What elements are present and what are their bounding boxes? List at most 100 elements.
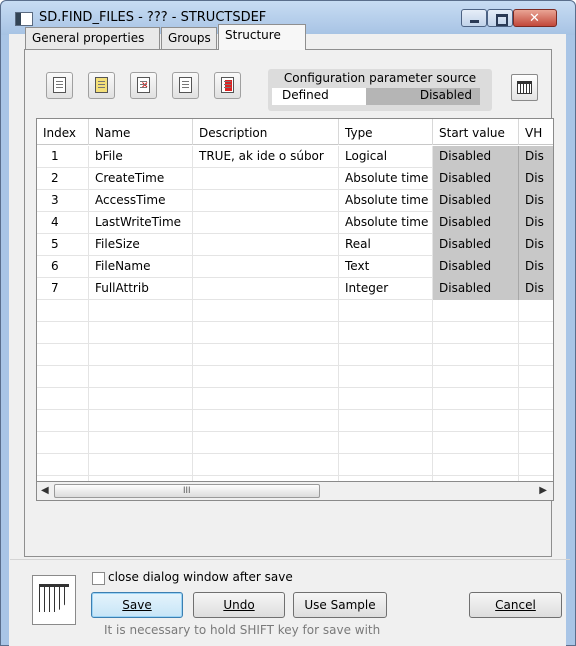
cell-index[interactable]: 3 <box>37 190 89 212</box>
cell-description[interactable] <box>193 168 339 190</box>
table-row[interactable]: 3 AccessTime Absolute time Disabled Dis <box>37 190 553 212</box>
cell-name[interactable]: LastWriteTime <box>89 212 193 234</box>
column-header-description[interactable]: Description <box>193 119 339 145</box>
empty-cell <box>433 410 519 432</box>
cell-start-value[interactable]: Disabled <box>433 212 519 234</box>
use-sample-button[interactable]: Use Sample <box>293 592 387 618</box>
cell-type[interactable]: Real <box>339 234 433 256</box>
cell-index[interactable]: 4 <box>37 212 89 234</box>
column-header-vh[interactable]: VH <box>519 119 553 145</box>
new-item-button[interactable] <box>46 72 73 99</box>
empty-table-row <box>37 300 553 322</box>
cell-type[interactable]: Logical <box>339 146 433 168</box>
cell-type[interactable]: Absolute time <box>339 190 433 212</box>
empty-cell <box>339 322 433 344</box>
cell-description[interactable] <box>193 256 339 278</box>
cell-start-value[interactable]: Disabled <box>433 168 519 190</box>
empty-cell <box>37 366 89 388</box>
cell-index[interactable]: 5 <box>37 234 89 256</box>
cell-type[interactable]: Integer <box>339 278 433 300</box>
minimize-button[interactable] <box>461 9 487 27</box>
cell-description[interactable] <box>193 234 339 256</box>
cell-description[interactable] <box>193 190 339 212</box>
column-header-name[interactable]: Name <box>89 119 193 145</box>
cell-description[interactable]: TRUE, ak ide o súbor <box>193 146 339 168</box>
maximize-button[interactable] <box>487 9 513 27</box>
cell-name[interactable]: FileName <box>89 256 193 278</box>
column-header-start-value[interactable]: Start value <box>433 119 519 145</box>
insert-item-button[interactable] <box>88 72 115 99</box>
scroll-thumb[interactable]: III <box>54 484 320 498</box>
cell-vh[interactable]: Dis <box>519 212 553 234</box>
tab-groups[interactable]: Groups <box>161 27 217 49</box>
table-row[interactable]: 4 LastWriteTime Absolute time Disabled Dis <box>37 212 553 234</box>
cell-type[interactable]: Absolute time <box>339 168 433 190</box>
cell-start-value[interactable]: Disabled <box>433 190 519 212</box>
calendar-icon <box>517 81 532 94</box>
cancel-button[interactable]: Cancel <box>469 592 562 618</box>
table-row[interactable]: 6 FileName Text Disabled Dis <box>37 256 553 278</box>
cell-vh[interactable]: Dis <box>519 234 553 256</box>
cell-description[interactable] <box>193 278 339 300</box>
empty-cell <box>339 410 433 432</box>
cell-name[interactable]: AccessTime <box>89 190 193 212</box>
cell-vh[interactable]: Dis <box>519 168 553 190</box>
cell-index[interactable]: 7 <box>37 278 89 300</box>
cell-vh[interactable]: Dis <box>519 278 553 300</box>
delete-item-button[interactable] <box>130 72 157 99</box>
save-button[interactable]: Save <box>91 592 183 618</box>
cell-description[interactable] <box>193 212 339 234</box>
cell-start-value[interactable]: Disabled <box>433 234 519 256</box>
column-header-type[interactable]: Type <box>339 119 433 145</box>
close-after-save-checkbox[interactable] <box>92 572 105 585</box>
cell-name[interactable]: CreateTime <box>89 168 193 190</box>
table-row[interactable]: 5 FileSize Real Disabled Dis <box>37 234 553 256</box>
config-source-label: Configuration parameter source <box>283 71 477 85</box>
config-defined-option[interactable]: Defined <box>272 88 366 105</box>
cell-name[interactable]: bFile <box>89 146 193 168</box>
cell-start-value[interactable]: Disabled <box>433 278 519 300</box>
config-disabled-option[interactable]: Disabled <box>366 88 480 105</box>
insert-item-icon <box>95 77 108 93</box>
table-row[interactable]: 7 FullAttrib Integer Disabled Dis <box>37 278 553 300</box>
cell-vh[interactable]: Dis <box>519 256 553 278</box>
table-row[interactable]: 1 bFile TRUE, ak ide o súbor Logical Disable… <box>37 146 553 168</box>
cell-start-value[interactable]: Disabled <box>433 256 519 278</box>
cell-index[interactable]: 2 <box>37 168 89 190</box>
scroll-grip: III <box>183 485 191 495</box>
empty-cell <box>339 366 433 388</box>
column-header-index[interactable]: Index <box>37 119 89 145</box>
cell-type[interactable]: Text <box>339 256 433 278</box>
cell-index[interactable]: 6 <box>37 256 89 278</box>
undo-button[interactable]: Undo <box>193 592 285 618</box>
cell-start-value[interactable]: Disabled <box>433 146 519 168</box>
empty-cell <box>193 300 339 322</box>
cancel-label: Cancel <box>495 598 536 612</box>
close-button[interactable] <box>513 9 557 27</box>
cell-vh[interactable]: Dis <box>519 190 553 212</box>
empty-table-row <box>37 432 553 454</box>
cell-vh[interactable]: Dis <box>519 146 553 168</box>
empty-cell <box>193 410 339 432</box>
scroll-left-icon[interactable]: ◀ <box>41 485 49 496</box>
scroll-right-icon[interactable]: ▶ <box>539 485 547 496</box>
cell-name[interactable]: FullAttrib <box>89 278 193 300</box>
close-after-save-label[interactable]: close dialog window after save <box>108 570 293 584</box>
structure-table[interactable]: Index Name Description Type Start value … <box>36 118 554 482</box>
tab-general-properties[interactable]: General properties <box>25 27 160 49</box>
horizontal-scrollbar[interactable]: ◀ III ▶ <box>36 482 554 501</box>
calendar-button[interactable] <box>511 74 538 101</box>
empty-cell <box>193 432 339 454</box>
cell-name[interactable]: FileSize <box>89 234 193 256</box>
paste-item-button[interactable] <box>214 72 241 99</box>
cell-index[interactable]: 1 <box>37 146 89 168</box>
table-row[interactable]: 2 CreateTime Absolute time Disabled Dis <box>37 168 553 190</box>
empty-table-row <box>37 344 553 366</box>
empty-table-row <box>37 410 553 432</box>
cell-type[interactable]: Absolute time <box>339 212 433 234</box>
empty-cell <box>37 432 89 454</box>
tab-structure[interactable]: Structure <box>218 24 306 50</box>
empty-cell <box>37 322 89 344</box>
empty-cell <box>339 388 433 410</box>
copy-item-button[interactable] <box>172 72 199 99</box>
